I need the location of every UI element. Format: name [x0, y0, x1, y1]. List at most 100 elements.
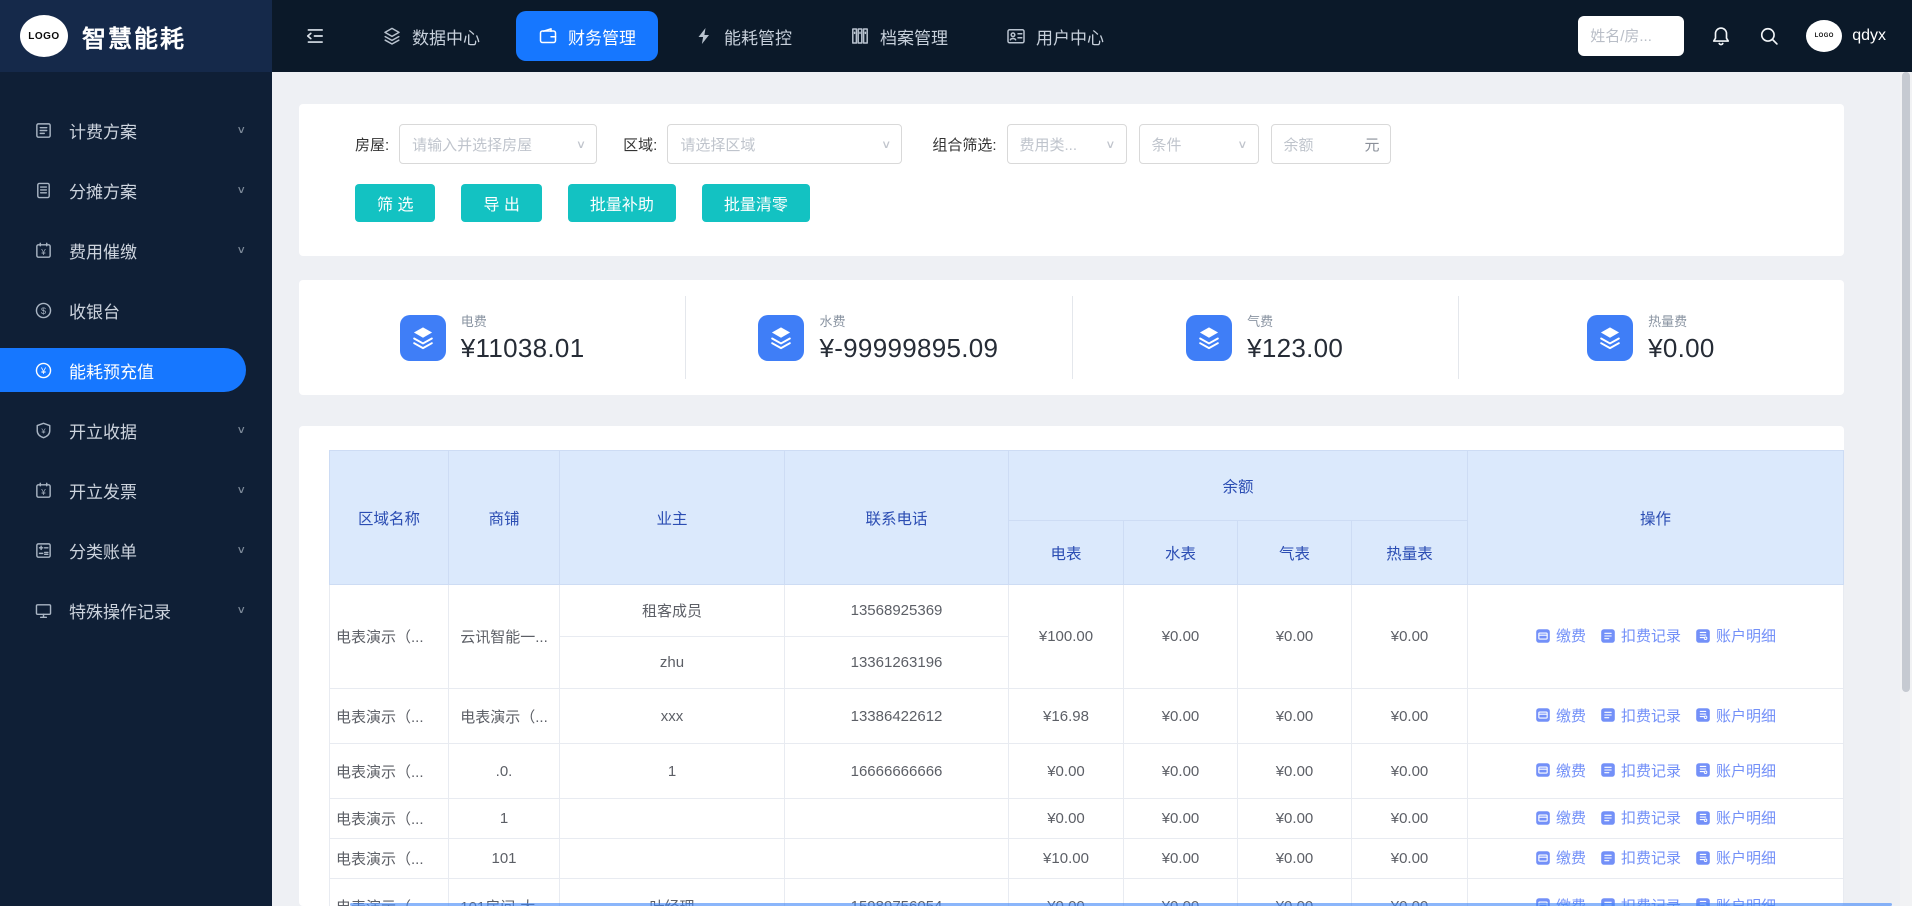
account-detail-link[interactable]: 账户明细	[1695, 807, 1776, 828]
user-menu[interactable]: LOGO qdyx	[1806, 20, 1886, 52]
deduction-record-link[interactable]: 扣费记录	[1600, 705, 1681, 726]
category-bill-icon	[34, 541, 53, 560]
actions-cell: 缴费 扣费记录 账户明细	[1468, 839, 1844, 879]
pay-link[interactable]: 缴费	[1535, 705, 1586, 726]
main-content: 房屋: 请输入并选择房屋 ∨ 区域: 请选择区域 ∨ 组合筛选: 费用类... …	[272, 72, 1900, 906]
pay-link[interactable]: 缴费	[1535, 625, 1586, 646]
sidebar-item[interactable]: $收银台	[0, 280, 272, 340]
account-detail-link[interactable]: 账户明细	[1695, 847, 1776, 868]
top-nav-label: 档案管理	[880, 24, 948, 49]
stat-label: 电费	[461, 311, 585, 330]
deduction-record-link[interactable]: 扣费记录	[1600, 847, 1681, 868]
scrollbar-thumb[interactable]	[1902, 72, 1910, 692]
region-cell: 电表演示（...	[330, 839, 449, 879]
search-input[interactable]	[1578, 16, 1684, 56]
shop-cell: .0.	[449, 744, 560, 799]
balance-cell: ¥0.00	[1124, 839, 1238, 879]
sidebar-item[interactable]: 分摊方案∨	[0, 160, 272, 220]
pay-icon	[1535, 850, 1551, 866]
top-nav-label: 财务管理	[568, 24, 636, 49]
filter-action-button[interactable]: 导 出	[461, 184, 541, 222]
chevron-down-icon: ∨	[236, 484, 246, 497]
owner-cell	[560, 799, 785, 839]
balance-cell: ¥0.00	[1352, 585, 1468, 689]
sidebar-item[interactable]: 特殊操作记录∨	[0, 580, 272, 640]
house-placeholder: 请输入并选择房屋	[412, 134, 570, 155]
header-water-meter: 水表	[1124, 521, 1238, 585]
filter-action-button[interactable]: 批量补助	[568, 184, 676, 222]
account-detail-link[interactable]: 账户明细	[1695, 705, 1776, 726]
lightning-icon	[694, 26, 714, 46]
sidebar-item[interactable]: 分类账单∨	[0, 520, 272, 580]
top-nav-item[interactable]: 档案管理	[828, 11, 970, 61]
vertical-scrollbar	[1900, 72, 1912, 906]
layers-badge-icon	[758, 315, 804, 361]
filter-action-button[interactable]: 批量清零	[702, 184, 810, 222]
user-card-icon	[1006, 26, 1026, 46]
sidebar-item[interactable]: ¥开立收据∨	[0, 400, 272, 460]
balance-cell: ¥0.00	[1352, 839, 1468, 879]
collapse-menu-icon[interactable]	[304, 25, 326, 47]
top-nav-item[interactable]: 财务管理	[516, 11, 658, 61]
balance-cell: ¥0.00	[1009, 744, 1124, 799]
area-placeholder: 请选择区域	[680, 134, 875, 155]
avatar: LOGO	[1806, 20, 1842, 52]
phone-cell	[785, 799, 1009, 839]
account-detail-link[interactable]: 账户明细	[1695, 625, 1776, 646]
pay-link[interactable]: 缴费	[1535, 807, 1586, 828]
pay-icon	[1535, 762, 1551, 778]
sidebar-item[interactable]: 计费方案∨	[0, 100, 272, 160]
fee-type-placeholder: 费用类...	[1020, 134, 1100, 155]
action-label: 账户明细	[1716, 847, 1776, 868]
sidebar-item[interactable]: ¥费用催缴∨	[0, 220, 272, 280]
archive-icon	[850, 26, 870, 46]
fee-type-select[interactable]: 费用类... ∨	[1007, 124, 1127, 164]
area-select[interactable]: 请选择区域 ∨	[667, 124, 902, 164]
top-nav-item[interactable]: 用户中心	[984, 11, 1126, 61]
sidebar-item-label: 开立收据	[69, 418, 137, 443]
sidebar: 计费方案∨分摊方案∨¥费用催缴∨$收银台 ¥能耗预充值 ¥开立收据∨¥开立发票∨分类…	[0, 72, 272, 906]
owner-cell: 1	[560, 744, 785, 799]
area-label: 区域:	[623, 134, 657, 155]
stat-label: 水费	[819, 311, 998, 330]
stat-card: 气费¥123.00	[1072, 280, 1458, 395]
sidebar-item-label: 收银台	[69, 298, 120, 323]
balance-cell: ¥0.00	[1009, 879, 1124, 906]
bell-icon[interactable]	[1710, 25, 1732, 47]
actions-cell: 缴费扣费记录账户明细	[1468, 879, 1844, 906]
app-title: 智慧能耗	[82, 19, 186, 54]
accounts-table-body: 电表演示（...云讯智能一...租客成员13568925369¥100.00¥0…	[330, 585, 1844, 906]
sidebar-item[interactable]: ¥能耗预充值	[0, 348, 246, 392]
filter-action-button[interactable]: 筛 选	[355, 184, 435, 222]
action-label: 扣费记录	[1621, 847, 1681, 868]
account-detail-icon	[1695, 628, 1711, 644]
balance-cell: ¥16.98	[1009, 689, 1124, 744]
action-label: 缴费	[1556, 705, 1586, 726]
account-detail-link[interactable]: 账户明细	[1695, 760, 1776, 781]
header-electric-meter: 电表	[1009, 521, 1124, 585]
house-select[interactable]: 请输入并选择房屋 ∨	[399, 124, 597, 164]
region-cell: 电表演示（...	[330, 585, 449, 689]
shop-cell: 101房间-大...	[449, 879, 560, 906]
sidebar-item[interactable]: ¥开立发票∨	[0, 460, 272, 520]
pay-link[interactable]: 缴费	[1535, 760, 1586, 781]
pay-link[interactable]: 缴费	[1535, 847, 1586, 868]
top-nav-item[interactable]: 能耗管控	[672, 11, 814, 61]
phone-cell: 15989756054	[785, 879, 1009, 906]
balance-unit: 元	[1365, 134, 1380, 155]
deduction-record-icon	[1600, 628, 1616, 644]
header-shop: 商铺	[449, 451, 560, 585]
deduction-record-link[interactable]: 扣费记录	[1600, 760, 1681, 781]
chevron-down-icon: ∨	[576, 137, 586, 151]
chevron-down-icon: ∨	[236, 244, 246, 257]
deduction-record-icon	[1600, 707, 1616, 723]
chevron-down-icon: ∨	[236, 544, 246, 557]
balance-cell: ¥0.00	[1124, 585, 1238, 689]
condition-select[interactable]: 条件 ∨	[1139, 124, 1259, 164]
search-icon[interactable]	[1758, 25, 1780, 47]
deduction-record-link[interactable]: 扣费记录	[1600, 625, 1681, 646]
deduction-record-link[interactable]: 扣费记录	[1600, 807, 1681, 828]
top-nav-item[interactable]: 数据中心	[360, 11, 502, 61]
balance-input[interactable]: 余额 元	[1271, 124, 1391, 164]
topbar: LOGO 智慧能耗 数据中心 财务管理 能耗管控 档案管理 用户中心 LOGO qdyx	[0, 0, 1912, 72]
